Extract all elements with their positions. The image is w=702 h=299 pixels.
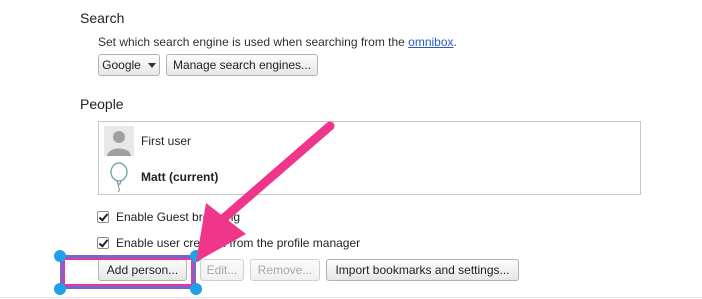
guest-browsing-checkbox[interactable] xyxy=(97,211,109,223)
highlight-box xyxy=(60,255,196,289)
profile-manager-checkbox[interactable] xyxy=(97,237,109,249)
search-description-text: Set which search engine is used when sea… xyxy=(98,35,409,49)
people-section-title: People xyxy=(80,96,124,112)
people-list[interactable]: First user Matt (current) xyxy=(98,121,641,195)
search-engine-value: Google xyxy=(102,58,141,72)
omnibox-link[interactable]: omnibox xyxy=(408,35,453,49)
guest-browsing-row[interactable]: Enable Guest browsing xyxy=(97,210,240,224)
import-bookmarks-button[interactable]: Import bookmarks and settings... xyxy=(326,259,519,281)
manage-search-engines-button[interactable]: Manage search engines... xyxy=(166,54,318,76)
person-name-current: Matt (current) xyxy=(141,170,219,184)
balloon-avatar-icon xyxy=(103,161,135,193)
profile-manager-row[interactable]: Enable user creation from the profile ma… xyxy=(97,236,360,250)
chevron-down-icon xyxy=(147,62,156,68)
people-list-item-first-user[interactable]: First user xyxy=(103,124,191,158)
guest-browsing-label: Enable Guest browsing xyxy=(116,210,241,224)
search-description: Set which search engine is used when sea… xyxy=(98,35,457,49)
profile-manager-label: Enable user creation from the profile ma… xyxy=(116,236,361,250)
resize-handle-top-right xyxy=(190,250,202,262)
search-description-end: . xyxy=(453,35,457,49)
edit-person-button[interactable]: Edit... xyxy=(200,259,244,281)
remove-person-button[interactable]: Remove... xyxy=(250,259,320,281)
resize-handle-bottom-right xyxy=(190,283,202,295)
search-engine-select[interactable]: Google xyxy=(98,54,160,76)
resize-handle-top-left xyxy=(54,250,66,262)
people-list-item-matt[interactable]: Matt (current) xyxy=(103,160,218,194)
search-section-title: Search xyxy=(80,10,125,26)
resize-handle-bottom-left xyxy=(54,283,66,295)
generic-avatar-icon xyxy=(103,125,135,157)
divider xyxy=(0,297,702,298)
person-name: First user xyxy=(141,134,192,148)
